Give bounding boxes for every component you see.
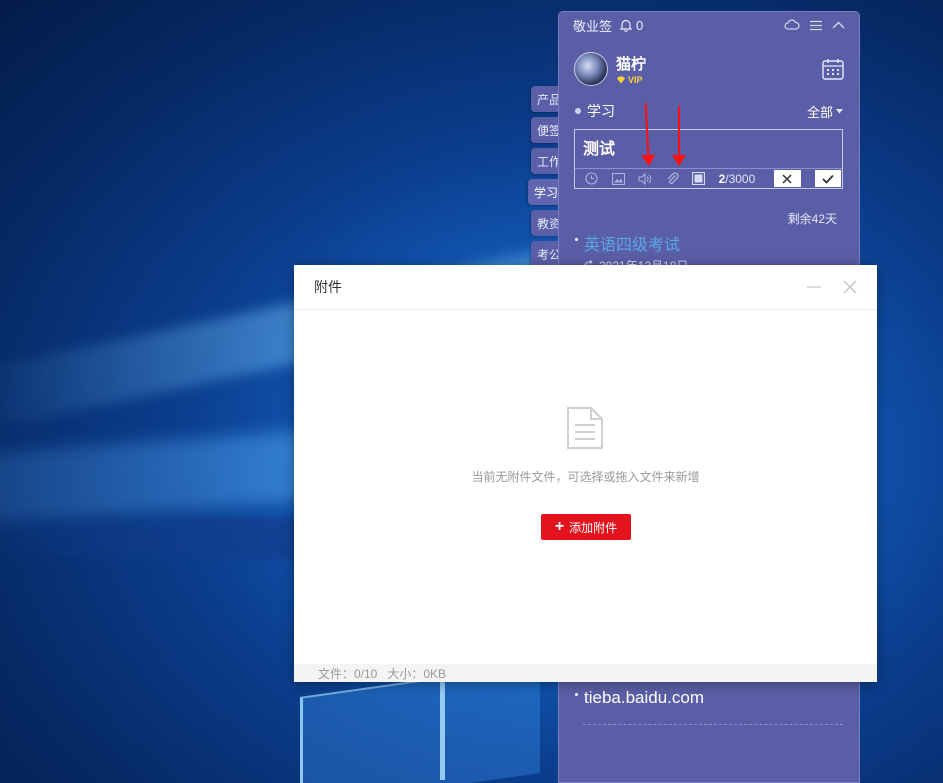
add-attachment-button[interactable]: + 添加附件 xyxy=(541,514,631,540)
speaker-icon xyxy=(638,172,652,185)
list-item[interactable]: tieba.baidu.com xyxy=(575,688,704,708)
vip-badge: VIP xyxy=(616,75,646,85)
remaining-days: 剩余42天 xyxy=(787,212,837,226)
app-name: 敬业签 xyxy=(573,18,613,34)
clock-icon xyxy=(585,172,598,185)
category-header: 学习 全部 xyxy=(559,102,859,120)
check-icon xyxy=(822,174,834,184)
dialog-footer: 文件：0/10 大小：0KB xyxy=(294,664,877,682)
background-button[interactable] xyxy=(692,171,706,186)
minimize-icon[interactable] xyxy=(807,282,821,292)
tab-product[interactable]: 产品 xyxy=(531,86,561,112)
bell-icon xyxy=(620,19,633,32)
menu-icon[interactable] xyxy=(810,20,822,31)
collapse-icon[interactable] xyxy=(832,21,845,29)
empty-message: 当前无附件文件，可选择或拖入文件来新增 xyxy=(471,470,700,484)
file-count: 文件：0/10 xyxy=(318,666,378,681)
close-icon[interactable] xyxy=(843,280,857,294)
red-arrow-annotation xyxy=(672,106,686,166)
vip-label: VIP xyxy=(628,75,643,85)
category-label: 学习 xyxy=(587,103,615,119)
panel-topbar: 敬业签 0 xyxy=(559,12,859,38)
username: 猫柠 xyxy=(616,56,647,73)
caret-down-icon xyxy=(836,108,843,113)
notification-button[interactable]: 0 xyxy=(620,18,643,33)
bullet-dot xyxy=(575,237,578,241)
cancel-button[interactable] xyxy=(774,170,801,187)
attachment-dialog: 附件 当前无附件文件，可选择或拖入文件来新增 + 添加附件 文件：0/10 大小… xyxy=(294,265,877,682)
editor-toolbar: 2/3000 xyxy=(575,168,842,188)
tab-study[interactable]: 学习 xyxy=(528,179,562,205)
image-button[interactable] xyxy=(611,171,626,186)
plus-icon: + xyxy=(554,518,565,535)
note-title: 英语四级考试 xyxy=(584,237,681,254)
user-profile: 猫柠 VIP xyxy=(559,38,859,92)
close-icon xyxy=(782,173,792,184)
category-tabs: 产品 便签 工作 学习 教资 考公 xyxy=(528,86,562,272)
avatar[interactable] xyxy=(574,52,608,86)
link-text[interactable]: tieba.baidu.com xyxy=(584,688,704,708)
dialog-body: 当前无附件文件，可选择或拖入文件来新增 + 添加附件 xyxy=(294,310,877,664)
image-icon xyxy=(611,172,625,185)
tab-notes[interactable]: 便签 xyxy=(531,117,561,143)
diamond-icon xyxy=(617,76,625,84)
note-editor[interactable]: 测试 2/3000 xyxy=(574,129,843,189)
size-label: 大小：0KB xyxy=(387,666,447,681)
attachment-button[interactable] xyxy=(665,171,679,186)
char-counter: 2/3000 xyxy=(719,172,756,186)
tab-civil-exam[interactable]: 考公 xyxy=(531,241,561,267)
dialog-title: 附件 xyxy=(314,279,342,295)
document-icon xyxy=(567,407,603,449)
calendar-icon[interactable] xyxy=(822,58,844,80)
confirm-button[interactable] xyxy=(814,170,841,187)
notification-count: 0 xyxy=(636,17,644,33)
dialog-header: 附件 xyxy=(294,265,877,310)
add-attachment-label: 添加附件 xyxy=(569,520,618,535)
tab-teacher-cert[interactable]: 教资 xyxy=(531,210,561,236)
desktop-window-logo-divider xyxy=(440,670,445,780)
filter-label: 全部 xyxy=(806,104,833,120)
char-limit: /3000 xyxy=(725,171,756,186)
square-icon xyxy=(692,172,706,185)
note-input[interactable]: 测试 xyxy=(575,130,842,168)
cloud-sync-icon[interactable] xyxy=(784,19,800,31)
paperclip-icon xyxy=(667,172,679,185)
audio-button[interactable] xyxy=(638,171,652,186)
bullet-dot xyxy=(575,692,578,696)
filter-dropdown[interactable]: 全部 xyxy=(807,102,843,121)
tab-work[interactable]: 工作 xyxy=(531,148,561,174)
category-dot xyxy=(575,108,581,114)
divider xyxy=(583,724,843,725)
reminder-button[interactable] xyxy=(585,171,599,186)
